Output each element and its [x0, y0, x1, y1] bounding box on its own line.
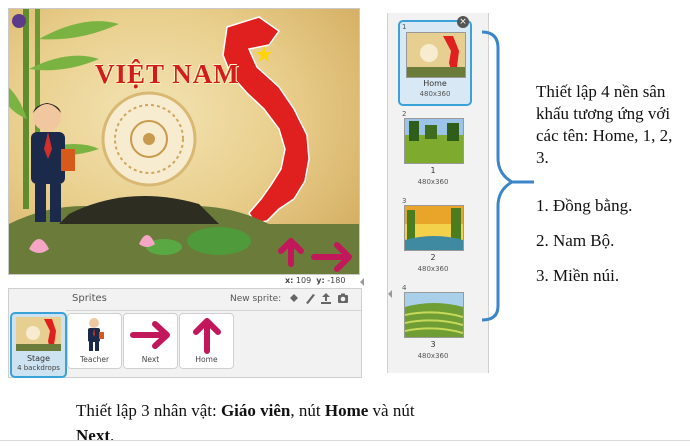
- backdrop-size: 480x360: [417, 265, 449, 273]
- backdrop-number: 2: [402, 110, 407, 118]
- lily-pad: [187, 227, 251, 255]
- backdrop-thumbnail: [404, 118, 464, 164]
- sprite-name: Home: [195, 355, 218, 364]
- stage-tile-name: Stage: [26, 354, 51, 363]
- instruction-item-3: 3. Miền núi.: [536, 266, 620, 285]
- stage-title: VIỆT NAM: [95, 59, 240, 89]
- backdrop-name: 1: [430, 166, 436, 175]
- backdrop-number: 4: [402, 284, 407, 292]
- logo-badge: [12, 14, 26, 28]
- star-icon: [256, 46, 272, 62]
- backdrop-item-3[interactable]: 4 3 480x360: [398, 284, 468, 366]
- stage-artwork: [9, 9, 359, 274]
- teacher-sprite[interactable]: [31, 103, 75, 222]
- instruction-item-2: 2. Nam Bộ.: [536, 231, 615, 250]
- stage-tile[interactable]: Stage 4 backdrops: [10, 312, 67, 378]
- curly-bracket: [481, 30, 534, 322]
- sprites-label: Sprites: [72, 293, 107, 304]
- bamboo-stalk: [23, 9, 29, 209]
- delete-icon[interactable]: ×: [457, 16, 469, 28]
- backdrop-size: 480x360: [417, 178, 449, 186]
- paint-brush-icon[interactable]: [304, 292, 316, 304]
- vietnam-map: [222, 16, 310, 224]
- backdrop-item-1[interactable]: 2 1 480x360: [398, 110, 468, 192]
- choose-sprite-icon[interactable]: [288, 292, 300, 304]
- sprite-name: Next: [141, 355, 160, 364]
- instruction-item-1: 1. Đồng bằng.: [536, 196, 633, 215]
- panel-handle-icon[interactable]: [388, 290, 392, 298]
- backdrop-size: 480x360: [417, 352, 449, 360]
- backdrop-name: Home: [423, 79, 447, 88]
- backdrop-number: 3: [402, 197, 407, 205]
- mouse-coordinates: x: 109 y: -180: [285, 276, 346, 285]
- collapse-handle-icon[interactable]: [360, 278, 364, 286]
- stage-canvas[interactable]: VIỆT NAM: [8, 8, 360, 275]
- teacher-icon: [88, 318, 104, 351]
- divider: [0, 440, 690, 441]
- backdrop-item-home[interactable]: 1 × Home 480x360: [398, 16, 472, 106]
- backdrop-thumbnail: [404, 292, 464, 338]
- camera-icon[interactable]: [337, 292, 349, 304]
- backdrop-size: 480x360: [419, 90, 451, 98]
- sprite-tile-teacher[interactable]: Teacher: [67, 313, 122, 369]
- stage-thumbnail: [16, 317, 61, 351]
- backdrop-number: 1: [402, 23, 407, 31]
- upload-icon[interactable]: [320, 292, 332, 304]
- backdrop-item-2[interactable]: 3 2 480x360: [398, 197, 468, 279]
- sprite-name: Teacher: [79, 355, 110, 364]
- backdrop-thumbnail: [404, 205, 464, 251]
- backdrop-name: 3: [430, 340, 436, 349]
- sprite-tile-home[interactable]: Home: [179, 313, 234, 369]
- stage-tile-subtitle: 4 backdrops: [17, 364, 60, 372]
- sprite-tile-next[interactable]: Next: [123, 313, 178, 369]
- backdrop-name: 2: [430, 253, 436, 262]
- sprites-header: [66, 288, 361, 311]
- new-sprite-label: New sprite:: [230, 294, 282, 304]
- backdrop-thumbnail: [406, 32, 466, 78]
- up-arrow-icon: [193, 318, 221, 354]
- backdrop-instruction: Thiết lập 4 nền sân khấu tương ứng với c…: [536, 82, 673, 167]
- right-arrow-icon: [130, 321, 170, 349]
